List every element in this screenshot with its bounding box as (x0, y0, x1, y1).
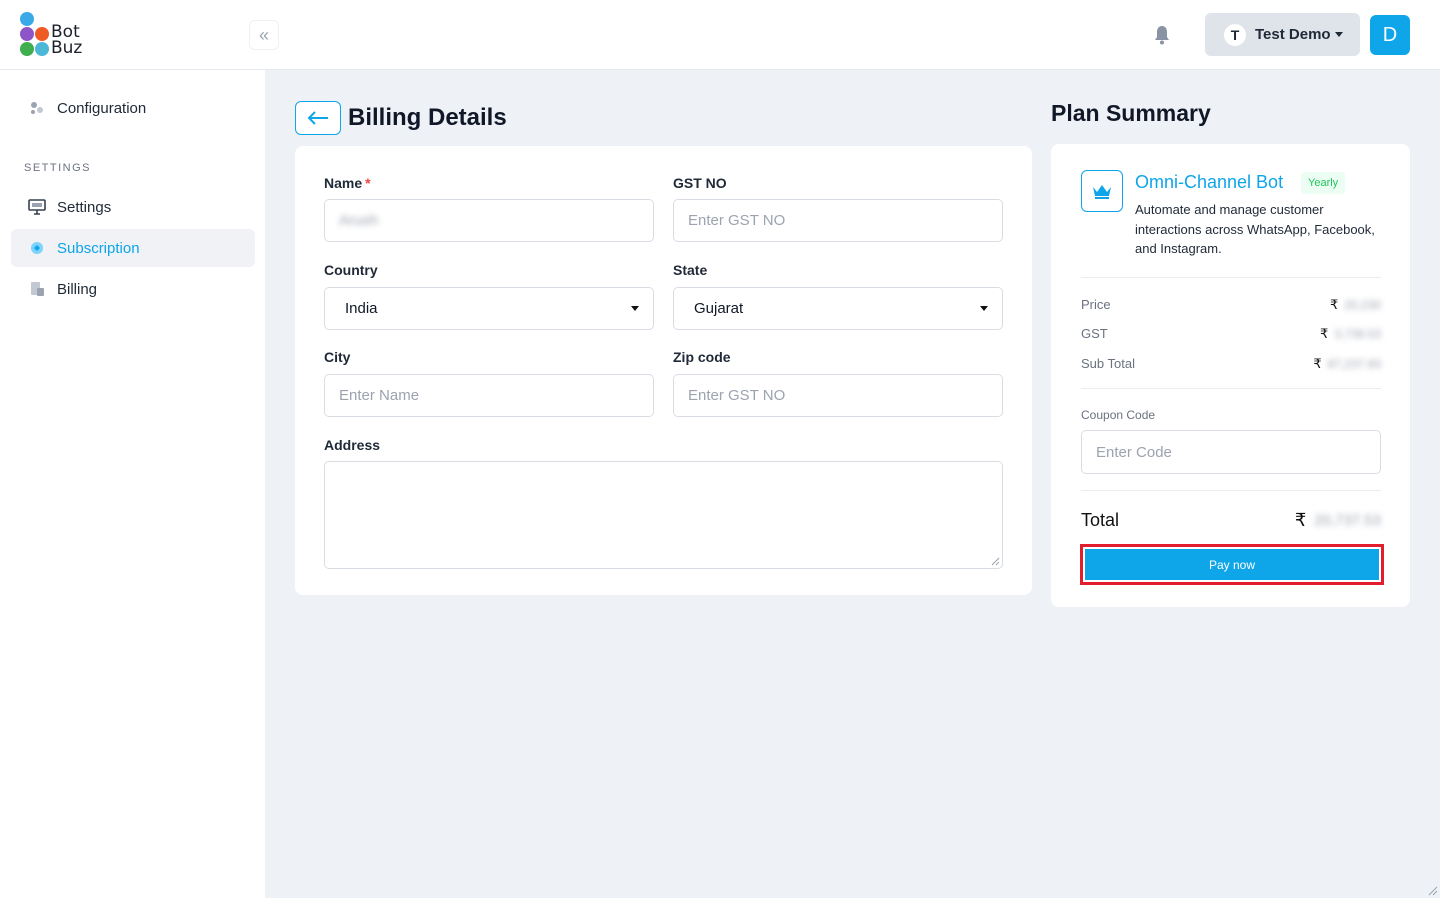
sidebar-item-subscription[interactable]: Subscription (11, 229, 255, 267)
user-initial-avatar: T (1224, 23, 1246, 46)
gst-input[interactable]: Enter GST NO (673, 199, 1003, 242)
sidebar-item-configuration[interactable]: Configuration (11, 89, 255, 127)
plan-name: Omni-Channel Bot (1135, 172, 1284, 192)
arrow-left-icon (307, 111, 328, 125)
pay-now-button[interactable]: Pay now (1085, 549, 1379, 580)
price-label: Price (1081, 297, 1111, 312)
gst-summary-label: GST (1081, 326, 1108, 341)
dropdown-arrow-icon (980, 306, 988, 311)
country-value: India (345, 300, 378, 317)
currency-symbol: ₹ (1294, 510, 1307, 530)
country-label: Country (324, 262, 378, 278)
pay-now-highlight: Pay now (1080, 544, 1384, 585)
billing-icon (28, 280, 46, 298)
subtotal-value: ₹87,237.93 (1313, 356, 1381, 372)
address-textarea[interactable] (324, 461, 1003, 569)
coupon-placeholder: Enter Code (1096, 443, 1172, 461)
gst-placeholder: Enter GST NO (688, 212, 786, 229)
city-input[interactable]: Enter Name (324, 374, 654, 417)
sidebar-item-label: Settings (57, 198, 112, 216)
plan-summary-card: Omni-Channel Bot Yearly Automate and man… (1051, 144, 1410, 607)
plan-summary-title: Plan Summary (1051, 100, 1211, 126)
total-label: Total (1081, 510, 1120, 530)
sidebar-item-billing[interactable]: Billing (11, 270, 255, 308)
sidebar-item-label: Subscription (57, 239, 140, 257)
logo-text: Bot Buz (51, 22, 83, 58)
coupon-input[interactable]: Enter Code (1081, 430, 1381, 474)
caret-down-icon (1334, 32, 1343, 37)
gst-amount: 3,739.53 (1334, 327, 1381, 341)
settings-section-heading: SETTINGS (24, 162, 92, 174)
sidebar: Configuration SETTINGS Settings Subscrip… (0, 70, 265, 898)
back-button[interactable] (295, 101, 341, 135)
price-amount: 20,230 (1344, 298, 1381, 312)
sidebar-item-label: Configuration (57, 99, 147, 117)
profile-avatar[interactable]: D (1370, 15, 1410, 55)
resize-grip-icon[interactable] (988, 554, 1000, 566)
name-input[interactable]: Arush (324, 199, 654, 242)
billing-cycle-badge: Yearly (1301, 172, 1346, 194)
window-resize-grip-icon[interactable] (1426, 884, 1438, 896)
top-bar: Bot Buz « T Test Demo D (0, 0, 1440, 70)
subtotal-label: Sub Total (1081, 356, 1135, 371)
coupon-label: Coupon Code (1081, 408, 1156, 422)
sidebar-item-label: Billing (57, 280, 98, 298)
currency-symbol: ₹ (1330, 297, 1339, 312)
total-value: ₹20,737.53 (1295, 510, 1381, 531)
billing-form-card: Name * Arush GST NO Enter GST NO Country … (295, 146, 1032, 595)
name-label: Name * (324, 175, 371, 191)
total-amount: 20,737.53 (1314, 512, 1381, 529)
currency-symbol: ₹ (1320, 326, 1329, 341)
crown-icon (1081, 170, 1123, 212)
divider (1081, 490, 1381, 491)
subtotal-amount: 87,237.93 (1327, 357, 1381, 371)
price-value: ₹20,230 (1330, 297, 1381, 313)
divider (1081, 388, 1381, 389)
country-select[interactable]: India (324, 287, 654, 330)
city-placeholder: Enter Name (339, 387, 420, 404)
bell-icon[interactable] (1152, 24, 1172, 46)
page-title: Billing Details (348, 104, 507, 131)
zip-input[interactable]: Enter GST NO (673, 374, 1003, 417)
name-value: Arush (339, 212, 379, 229)
zip-placeholder: Enter GST NO (688, 387, 786, 404)
state-value: Gujarat (694, 300, 744, 317)
sidebar-collapse-button[interactable]: « (249, 20, 279, 50)
sidebar-item-settings[interactable]: Settings (11, 188, 255, 226)
subscription-icon (28, 239, 46, 257)
state-select[interactable]: Gujarat (673, 287, 1003, 330)
plan-description: Automate and manage customer interaction… (1135, 202, 1375, 256)
chevrons-left-icon: « (258, 24, 269, 45)
botbuz-logo[interactable]: Bot Buz (18, 12, 88, 58)
dropdown-arrow-icon (631, 306, 639, 311)
gst-value: ₹3,739.53 (1320, 326, 1381, 342)
currency-symbol: ₹ (1313, 356, 1322, 371)
divider (1081, 277, 1381, 278)
monitor-icon (28, 198, 46, 216)
address-label: Address (324, 437, 381, 453)
state-label: State (673, 262, 708, 278)
user-menu-button[interactable]: T Test Demo (1205, 13, 1360, 56)
user-name: Test Demo (1255, 26, 1331, 43)
city-label: City (324, 349, 351, 365)
required-marker: * (365, 175, 371, 191)
configuration-icon (28, 99, 46, 117)
gst-label: GST NO (673, 175, 727, 191)
zip-label: Zip code (673, 349, 731, 365)
